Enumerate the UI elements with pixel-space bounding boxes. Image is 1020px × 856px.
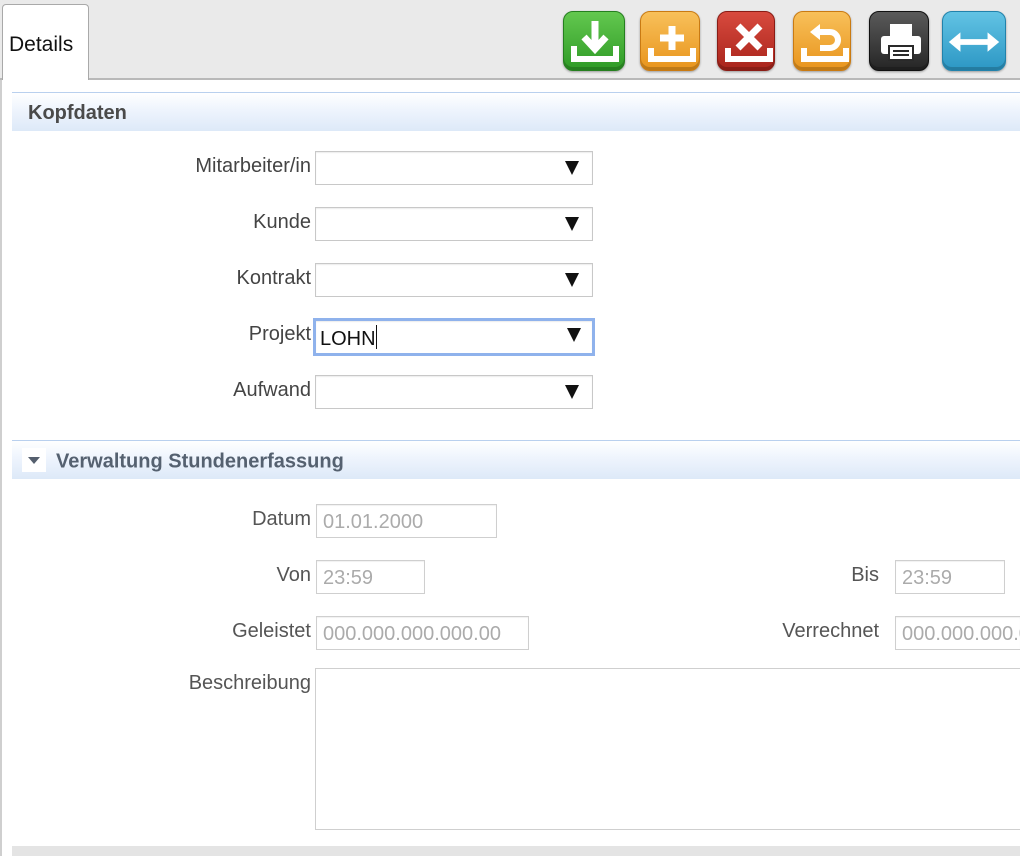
aufwand-select[interactable] — [315, 375, 593, 409]
undo-arrow-icon — [801, 24, 849, 62]
plus-icon — [648, 26, 696, 62]
collapse-triangle-icon[interactable] — [22, 448, 46, 472]
datum-input[interactable]: 01.01.2000 — [316, 504, 497, 538]
bis-input[interactable]: 23:59 — [895, 560, 1005, 594]
section-header-verwaltung[interactable]: Verwaltung Stundenerfassung — [12, 441, 1020, 479]
x-icon — [725, 23, 773, 62]
label-aufwand: Aufwand — [233, 379, 311, 401]
section-title-verwaltung: Verwaltung Stundenerfassung — [56, 450, 344, 473]
projekt-select[interactable]: LOHN — [313, 318, 595, 356]
text-caret — [375, 325, 377, 349]
printer-icon — [881, 24, 921, 61]
horizontal-arrows-icon — [948, 32, 1000, 52]
dropdown-arrow-icon[interactable] — [565, 273, 579, 287]
section-verwaltung: Verwaltung Stundenerfassung Datum 01.01.… — [12, 440, 1020, 846]
verrechnet-input[interactable]: 000.000.000.000.00 — [895, 616, 1020, 650]
kunde-select[interactable] — [315, 207, 593, 241]
section-title-kopfdaten: Kopfdaten — [12, 93, 1020, 131]
tab-details[interactable]: Details — [2, 4, 89, 82]
dropdown-arrow-icon[interactable] — [565, 385, 579, 399]
label-von: Von — [276, 564, 311, 586]
dropdown-arrow-icon[interactable] — [565, 217, 579, 231]
label-projekt: Projekt — [248, 323, 311, 345]
label-verrechnet: Verrechnet — [782, 620, 879, 642]
delete-button[interactable] — [717, 11, 775, 71]
save-button[interactable] — [563, 11, 625, 71]
geleistet-input[interactable]: 000.000.000.000.00 — [316, 616, 529, 650]
dropdown-arrow-icon[interactable] — [567, 328, 581, 342]
label-geleistet: Geleistet — [232, 620, 311, 642]
add-button[interactable] — [640, 11, 700, 71]
mitarbeiter-select[interactable] — [315, 151, 593, 185]
toolbar: Details — [0, 0, 1020, 82]
dropdown-arrow-icon[interactable] — [565, 161, 579, 175]
label-kunde: Kunde — [253, 211, 311, 233]
label-datum: Datum — [252, 508, 311, 530]
print-button[interactable] — [869, 11, 929, 71]
beschreibung-textarea[interactable] — [315, 668, 1020, 830]
bottom-border — [12, 846, 1020, 856]
label-mitarbeiter: Mitarbeiter/in — [195, 155, 311, 177]
section-kopfdaten: Kopfdaten Mitarbeiter/in Kunde Kontrakt … — [12, 92, 1020, 437]
resize-button[interactable] — [942, 11, 1006, 71]
projekt-value: LOHN — [320, 328, 376, 350]
label-beschreibung: Beschreibung — [188, 672, 311, 694]
undo-button[interactable] — [793, 11, 851, 71]
von-input[interactable]: 23:59 — [316, 560, 425, 594]
download-icon — [571, 21, 619, 62]
kontrakt-select[interactable] — [315, 263, 593, 297]
label-bis: Bis — [851, 564, 879, 586]
label-kontrakt: Kontrakt — [236, 267, 311, 289]
